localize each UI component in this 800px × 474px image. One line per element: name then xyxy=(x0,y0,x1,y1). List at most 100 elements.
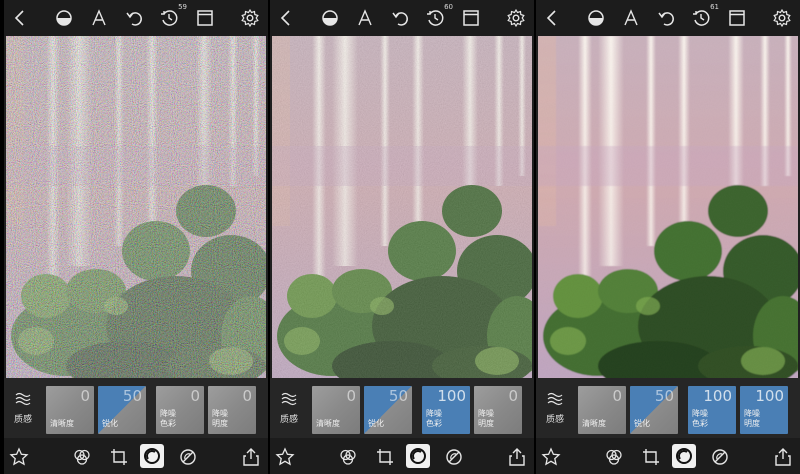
sharpen-value: 50 xyxy=(122,387,142,405)
adjustment-bar: 质感 0 清晰度 50 锐化 100 降噪 色彩 0 降噪 明度 xyxy=(270,378,534,438)
favorite-icon[interactable] xyxy=(274,446,296,468)
clarity-tile[interactable]: 0 清晰度 xyxy=(578,386,626,434)
history-count: 59 xyxy=(178,3,187,11)
texture-group[interactable]: 质感 xyxy=(270,378,308,438)
history-icon[interactable]: 60 xyxy=(423,3,453,30)
top-toolbar: 61 xyxy=(536,0,800,36)
sharpen-value: 50 xyxy=(654,387,674,405)
back-icon[interactable] xyxy=(540,6,564,30)
clarity-label: 清晰度 xyxy=(582,419,606,428)
lens-icon[interactable] xyxy=(140,444,164,468)
frame-icon[interactable] xyxy=(725,6,749,30)
history-count: 60 xyxy=(444,3,453,11)
texture-label: 质感 xyxy=(13,414,32,425)
detail-icon[interactable] xyxy=(709,446,731,468)
text-icon[interactable] xyxy=(353,6,377,30)
history-icon[interactable]: 59 xyxy=(157,3,187,30)
back-icon[interactable] xyxy=(274,6,298,30)
luminance-noise-tile[interactable]: 0 降噪 明度 xyxy=(474,386,522,434)
clarity-tile[interactable]: 0 清晰度 xyxy=(46,386,94,434)
lens-icon[interactable] xyxy=(672,444,696,468)
color-noise-tile[interactable]: 100 降噪 色彩 xyxy=(688,386,736,434)
luminance-noise-tile[interactable]: 100 降噪 明度 xyxy=(740,386,788,434)
luminance-noise-value: 0 xyxy=(242,387,252,405)
photo-image xyxy=(538,36,798,378)
clarity-value: 0 xyxy=(612,387,622,405)
clarity-label: 清晰度 xyxy=(316,419,340,428)
clarity-value: 0 xyxy=(346,387,356,405)
sharpen-tile[interactable]: 50 锐化 xyxy=(364,386,412,434)
texture-group[interactable]: 质感 xyxy=(536,378,574,438)
settings-icon[interactable] xyxy=(238,6,262,30)
frame-icon[interactable] xyxy=(193,6,217,30)
texture-icon xyxy=(281,392,297,405)
luminance-noise-value: 0 xyxy=(508,387,518,405)
history-icon[interactable]: 61 xyxy=(689,3,719,30)
tone-icon[interactable] xyxy=(318,6,342,30)
color-noise-tile[interactable]: 100 降噪 色彩 xyxy=(422,386,470,434)
luminance-noise-tile[interactable]: 0 降噪 明度 xyxy=(208,386,256,434)
text-icon[interactable] xyxy=(87,6,111,30)
share-icon[interactable] xyxy=(772,446,794,468)
history-count: 61 xyxy=(710,3,719,11)
photo-image xyxy=(272,36,532,378)
favorite-icon[interactable] xyxy=(8,446,30,468)
lens-icon[interactable] xyxy=(406,444,430,468)
color-noise-label: 降噪 色彩 xyxy=(692,409,708,428)
detail-icon[interactable] xyxy=(177,446,199,468)
sharpen-tile[interactable]: 50 锐化 xyxy=(630,386,678,434)
crop-icon[interactable] xyxy=(374,446,396,468)
comparison-row: 59 质感 0 清晰度 50 锐化 0 降噪 色彩 0 降噪 明度 60 质感 … xyxy=(0,0,800,474)
share-icon[interactable] xyxy=(506,446,528,468)
adjustment-bar: 质感 0 清晰度 50 锐化 0 降噪 色彩 0 降噪 明度 xyxy=(4,378,268,438)
top-toolbar: 60 xyxy=(270,0,534,36)
undo-icon[interactable] xyxy=(122,6,146,30)
top-toolbar: 59 xyxy=(4,0,268,36)
adjustment-bar: 质感 0 清晰度 50 锐化 100 降噪 色彩 100 降噪 明度 xyxy=(536,378,800,438)
luminance-noise-label: 降噪 明度 xyxy=(478,409,494,428)
back-icon[interactable] xyxy=(8,6,32,30)
favorite-icon[interactable] xyxy=(540,446,562,468)
photo-image xyxy=(6,36,266,378)
settings-icon[interactable] xyxy=(504,6,528,30)
texture-group[interactable]: 质感 xyxy=(4,378,42,438)
texture-icon xyxy=(15,392,31,405)
texture-label: 质感 xyxy=(545,414,564,425)
color-noise-label: 降噪 色彩 xyxy=(426,409,442,428)
undo-icon[interactable] xyxy=(388,6,412,30)
share-icon[interactable] xyxy=(240,446,262,468)
photo-preview[interactable] xyxy=(6,36,266,378)
photo-preview[interactable] xyxy=(538,36,798,378)
sharpen-label: 锐化 xyxy=(368,419,384,428)
clarity-value: 0 xyxy=(80,387,90,405)
settings-icon[interactable] xyxy=(770,6,794,30)
frame-icon[interactable] xyxy=(459,6,483,30)
tone-icon[interactable] xyxy=(52,6,76,30)
clarity-label: 清晰度 xyxy=(50,419,74,428)
bottom-toolbar xyxy=(270,438,534,474)
color-icon[interactable] xyxy=(71,446,93,468)
texture-label: 质感 xyxy=(279,414,298,425)
color-noise-tile[interactable]: 0 降噪 色彩 xyxy=(156,386,204,434)
tone-icon[interactable] xyxy=(584,6,608,30)
crop-icon[interactable] xyxy=(640,446,662,468)
crop-icon[interactable] xyxy=(108,446,130,468)
color-noise-value: 100 xyxy=(703,387,732,405)
color-icon[interactable] xyxy=(337,446,359,468)
bottom-toolbar xyxy=(4,438,268,474)
clarity-tile[interactable]: 0 清晰度 xyxy=(312,386,360,434)
sharpen-tile[interactable]: 50 锐化 xyxy=(98,386,146,434)
photo-preview[interactable] xyxy=(272,36,532,378)
luminance-noise-label: 降噪 明度 xyxy=(212,409,228,428)
sharpen-label: 锐化 xyxy=(102,419,118,428)
detail-icon[interactable] xyxy=(443,446,465,468)
color-icon[interactable] xyxy=(603,446,625,468)
editor-screen-1: 59 质感 0 清晰度 50 锐化 0 降噪 色彩 0 降噪 明度 xyxy=(4,0,268,474)
color-noise-value: 0 xyxy=(190,387,200,405)
text-icon[interactable] xyxy=(619,6,643,30)
undo-icon[interactable] xyxy=(654,6,678,30)
sharpen-label: 锐化 xyxy=(634,419,650,428)
luminance-noise-value: 100 xyxy=(755,387,784,405)
color-noise-value: 100 xyxy=(437,387,466,405)
sharpen-value: 50 xyxy=(388,387,408,405)
